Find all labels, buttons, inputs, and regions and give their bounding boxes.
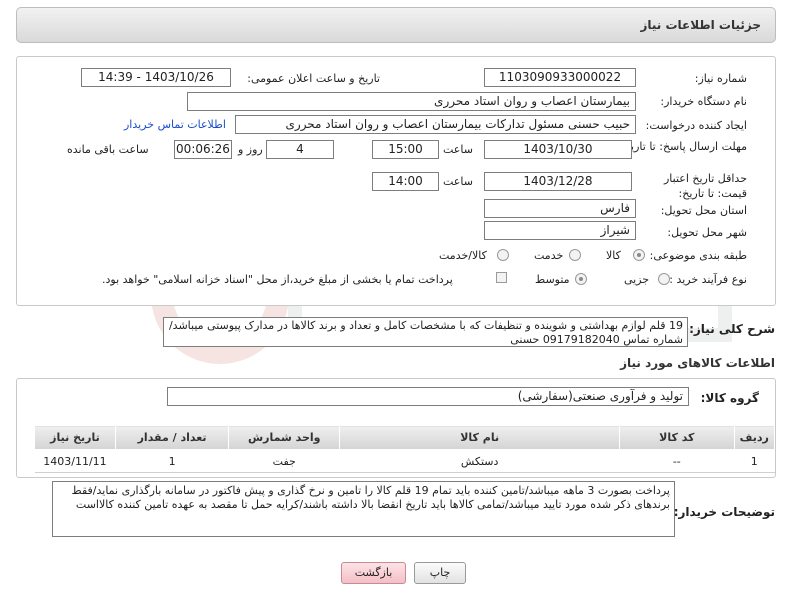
requester-field: حبیب حسنی مسئول تدارکات بیمارستان اعصاب …: [235, 115, 636, 134]
buyer-notes-text: پرداخت بصورت 3 ماهه میباشد/تامین کننده ب…: [52, 481, 675, 537]
reply-deadline-time: 15:00: [372, 140, 439, 159]
price-validity-time: 14:00: [372, 172, 439, 191]
buyer-notes-label: توضیحات خریدار:: [673, 505, 775, 519]
need-number-label: شماره نیاز:: [694, 72, 747, 85]
goods-table: ردیف کد کالا نام کالا واحد شمارش تعداد /…: [34, 425, 776, 473]
price-validity-date: 1403/12/28: [484, 172, 632, 191]
province-field: فارس: [484, 199, 636, 218]
purchase-minor-radio[interactable]: [658, 273, 670, 285]
goods-group-field: تولید و فرآوری صنعتی(سفارشی): [167, 387, 689, 406]
buyer-org-label: نام دستگاه خریدار:: [660, 95, 747, 108]
col-name: نام کالا: [339, 425, 621, 450]
announce-datetime-field: 1403/10/26 - 14:39: [81, 68, 231, 87]
goods-table-header: ردیف کد کالا نام کالا واحد شمارش تعداد /…: [34, 425, 776, 450]
col-qty: تعداد / مقدار: [114, 425, 230, 450]
cell-date: 1403/11/11: [34, 449, 116, 473]
reply-deadline-label: مهلت ارسال پاسخ: تا تاریخ:: [620, 140, 747, 153]
cell-code: --: [619, 449, 735, 473]
province-label: استان محل تحویل:: [660, 204, 747, 217]
category-goods-label: کالا: [606, 249, 621, 262]
page-title: جزئیات اطلاعات نیاز: [640, 18, 761, 32]
days-label: روز و: [238, 143, 263, 156]
requester-label: ایجاد کننده درخواست:: [645, 119, 747, 132]
purchase-type-label: نوع فرآیند خرید :: [669, 273, 747, 286]
back-button[interactable]: بازگشت: [341, 562, 406, 584]
category-service-label: خدمت: [534, 249, 564, 262]
category-both-radio[interactable]: [497, 249, 509, 261]
remaining-label: ساعت باقی مانده: [67, 143, 149, 156]
buyer-contact-link[interactable]: اطلاعات تماس خریدار: [124, 118, 226, 131]
price-time-label: ساعت: [443, 175, 473, 188]
price-validity-label: حداقل تاریخ اعتبار قیمت: تا تاریخ:: [663, 172, 747, 200]
category-service-radio[interactable]: [569, 249, 581, 261]
reply-deadline-date: 1403/10/30: [484, 140, 632, 159]
purchase-medium-label: متوسط: [535, 273, 570, 286]
cell-qty: 1: [115, 449, 229, 473]
city-field: شیراز: [484, 221, 636, 240]
category-label: طبقه بندی موضوعی:: [649, 249, 747, 262]
purchase-minor-label: جزیی: [624, 273, 650, 286]
cell-name: دستکش: [339, 449, 620, 473]
goods-section-title: اطلاعات کالاهای مورد نیاز: [620, 356, 775, 370]
remaining-time-field: 00:06:26: [174, 140, 232, 159]
treasury-payment-checkbox[interactable]: [496, 272, 507, 283]
col-date: تاریخ نیاز: [34, 425, 116, 450]
col-row: ردیف: [733, 425, 776, 450]
purchase-medium-radio[interactable]: [575, 273, 587, 285]
announce-datetime-label: تاریخ و ساعت اعلان عمومی:: [247, 72, 380, 85]
city-label: شهر محل تحویل:: [667, 226, 747, 239]
print-button[interactable]: چاپ: [414, 562, 466, 584]
col-code: کد کالا: [619, 425, 735, 450]
reply-time-label: ساعت: [443, 143, 473, 156]
goods-group-label: گروه کالا:: [700, 391, 759, 405]
need-number-field: 1103090933000022: [484, 68, 636, 87]
page-header: جزئیات اطلاعات نیاز: [16, 7, 776, 43]
summary-text: 19 قلم لوازم بهداشتی و شوینده و تنظیفات …: [163, 317, 688, 347]
category-both-label: کالا/خدمت: [439, 249, 487, 262]
category-goods-radio[interactable]: [633, 249, 645, 261]
remaining-days-field: 4: [266, 140, 334, 159]
treasury-payment-note: پرداخت تمام یا بخشی از مبلغ خرید،از محل …: [102, 273, 453, 286]
cell-row: 1: [734, 449, 775, 473]
cell-unit: جفت: [228, 449, 340, 473]
buyer-org-field: بیمارستان اعصاب و روان استاد محرری: [187, 92, 636, 111]
col-unit: واحد شمارش: [228, 425, 341, 450]
summary-label: شرح کلی نیاز:: [689, 322, 775, 336]
table-row: 1 -- دستکش جفت 1 1403/11/11: [34, 449, 775, 473]
need-details-page: جزئیات اطلاعات نیاز شماره نیاز: 11030909…: [0, 0, 789, 598]
